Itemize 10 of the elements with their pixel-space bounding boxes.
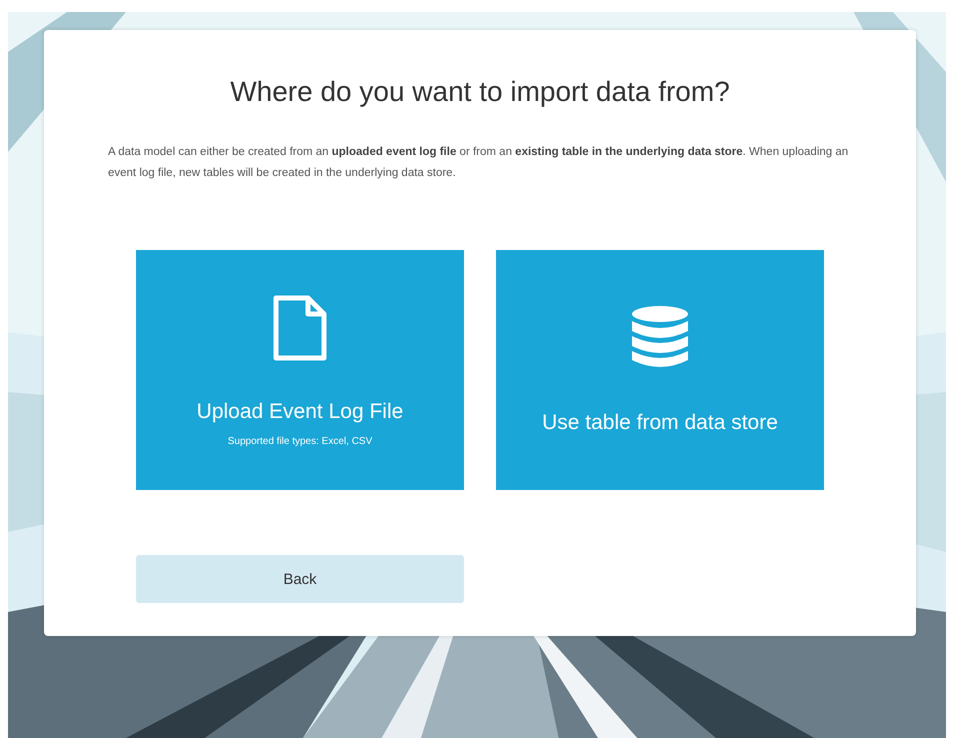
file-icon	[272, 294, 328, 362]
description-text: A data model can either be created from an uploaded event log file or from an existing table in the underlying data store. When uploading an event log file, new tables will be created in the underlying data store.	[108, 145, 850, 181]
database-icon	[630, 305, 690, 369]
option-note: Supported file types: Excel, CSV	[228, 436, 372, 446]
option-label: Use table from data store	[542, 411, 778, 435]
option-tile[interactable]: Upload Event Log File Supported file types: Excel, CSV	[136, 250, 464, 490]
option-tile[interactable]: Use table from data store	[496, 250, 824, 490]
option-label: Upload Event Log File	[196, 400, 404, 424]
back-button[interactable]: Back	[136, 555, 464, 603]
dialog-title: Where do you want to import data from?	[229, 76, 731, 108]
